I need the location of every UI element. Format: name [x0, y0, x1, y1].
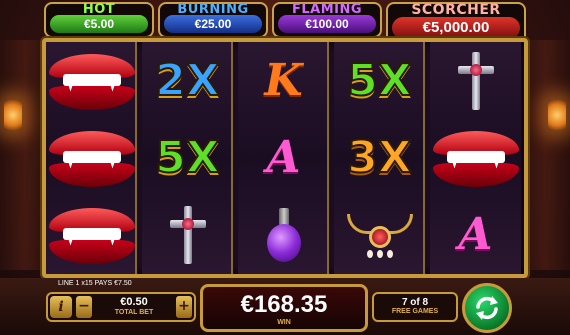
- total-bet-value: €0.50: [120, 296, 148, 308]
- spin-button[interactable]: [462, 283, 512, 333]
- reel-3-symbol-1: K: [238, 42, 329, 119]
- win-label: WIN: [277, 319, 291, 326]
- reel-frame: 2X 5X K A 5X 3X A: [42, 38, 528, 278]
- vampire-lips-icon: [48, 127, 135, 189]
- right-lantern-icon: [548, 100, 566, 130]
- multiplier-2x: 2X: [154, 54, 221, 106]
- total-bet-label: TOTAL BET: [114, 309, 154, 316]
- reel-1-symbol-1: [46, 42, 137, 119]
- free-games-label: FREE GAMES: [391, 308, 439, 315]
- free-games-count: 7 of 8: [401, 297, 429, 308]
- reel-3-symbol-2: A: [238, 119, 329, 196]
- vampire-lips-icon: [48, 204, 135, 266]
- reel-5-symbol-2: [430, 119, 521, 196]
- reel-2-symbol-2: 5X: [142, 119, 233, 196]
- spin-arrows-icon: [476, 296, 498, 320]
- reel-4-symbol-3: [334, 196, 425, 273]
- left-lantern-icon: [4, 100, 22, 130]
- jackpot-hot-value: €5.00: [50, 15, 148, 33]
- silver-cross-icon: [456, 51, 496, 110]
- reel-5: A: [430, 42, 521, 274]
- win-value: €168.35: [240, 291, 328, 318]
- decrease-bet-button[interactable]: −: [76, 296, 92, 318]
- jackpot-burning-value: €25.00: [164, 15, 262, 33]
- letter-a-symbol: A: [266, 131, 301, 183]
- bet-panel: i − €0.50 TOTAL BET +: [46, 292, 196, 322]
- letter-k-symbol: K: [264, 54, 303, 106]
- reel-4-symbol-1: 5X: [334, 42, 425, 119]
- reel-5-symbol-1: [430, 42, 521, 119]
- reel-2-symbol-1: 2X: [142, 42, 233, 119]
- reel-2: 2X 5X: [142, 42, 233, 274]
- reel-1-symbol-3: [46, 196, 137, 273]
- vampire-lips-icon: [432, 127, 519, 189]
- vampire-lips-icon: [48, 50, 135, 112]
- reel-1: [46, 42, 137, 274]
- jackpot-scorcher-title: SCORCHER: [411, 2, 501, 18]
- jackpot-flaming-value: €100.00: [278, 15, 376, 33]
- reel-5-symbol-3: A: [430, 196, 521, 273]
- jackpot-flaming: FLAMING €100.00: [272, 2, 382, 38]
- increase-bet-button[interactable]: +: [176, 296, 192, 318]
- jackpot-scorcher-value: €5,000.00: [392, 17, 520, 39]
- jackpot-burning: BURNING €25.00: [158, 2, 268, 38]
- jackpot-hot: HOT €5.00: [44, 2, 154, 38]
- reel-2-symbol-3: [142, 196, 233, 273]
- multiplier-3x: 3X: [346, 131, 413, 183]
- line-win-info: LINE 1 x15 PAYS €7.50: [58, 280, 132, 287]
- reel-4-symbol-2: 3X: [334, 119, 425, 196]
- reel-3: K A: [238, 42, 329, 274]
- free-games-panel: 7 of 8 FREE GAMES: [372, 292, 458, 322]
- letter-a-symbol: A: [458, 208, 493, 260]
- multiplier-5x: 5X: [346, 54, 413, 106]
- win-panel: €168.35 WIN: [200, 284, 368, 332]
- reel-1-symbol-2: [46, 119, 137, 196]
- ruby-necklace-icon: [345, 208, 415, 262]
- reel-3-symbol-3: [238, 196, 329, 273]
- info-button[interactable]: i: [50, 296, 72, 318]
- silver-cross-icon: [168, 205, 208, 264]
- multiplier-5x: 5X: [154, 131, 221, 183]
- reel-4: 5X 3X: [334, 42, 425, 274]
- potion-bottle-icon: [264, 204, 304, 266]
